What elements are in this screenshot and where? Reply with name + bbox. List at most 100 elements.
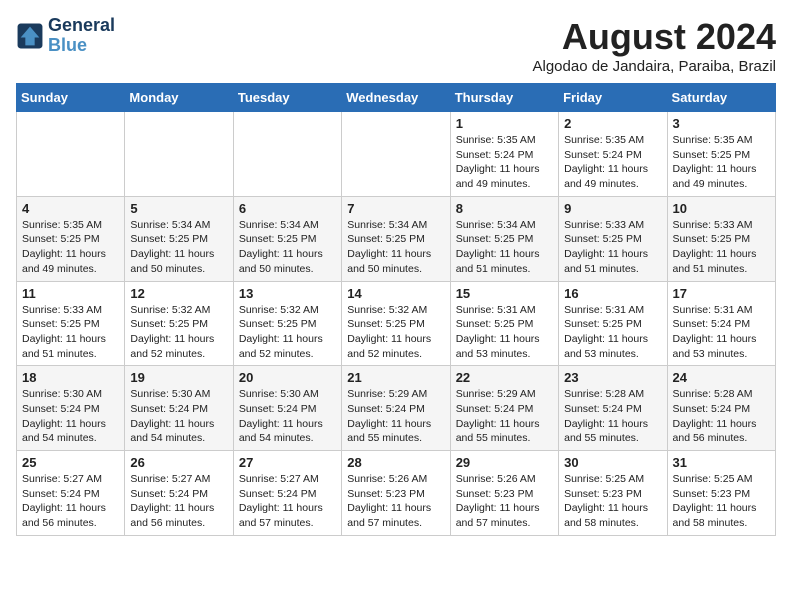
day-info: Sunrise: 5:30 AM Sunset: 5:24 PM Dayligh… (130, 387, 227, 446)
day-number: 22 (456, 370, 553, 385)
week-row-1: 1 Sunrise: 5:35 AM Sunset: 5:24 PM Daylig… (17, 112, 776, 197)
calendar-cell: 26 Sunrise: 5:27 AM Sunset: 5:24 PM Dayli… (125, 451, 233, 536)
calendar-cell: 27 Sunrise: 5:27 AM Sunset: 5:24 PM Dayli… (233, 451, 341, 536)
day-number: 14 (347, 286, 444, 301)
page-header: General Blue August 2024 Algodao de Jand… (16, 16, 776, 75)
day-number: 1 (456, 116, 553, 131)
calendar-cell: 23 Sunrise: 5:28 AM Sunset: 5:24 PM Dayli… (559, 366, 667, 451)
calendar-cell: 9 Sunrise: 5:33 AM Sunset: 5:25 PM Daylig… (559, 196, 667, 281)
day-number: 19 (130, 370, 227, 385)
day-info: Sunrise: 5:26 AM Sunset: 5:23 PM Dayligh… (347, 472, 444, 531)
weekday-header-sunday: Sunday (17, 84, 125, 112)
day-number: 3 (673, 116, 770, 131)
day-info: Sunrise: 5:27 AM Sunset: 5:24 PM Dayligh… (130, 472, 227, 531)
day-number: 9 (564, 201, 661, 216)
day-number: 11 (22, 286, 119, 301)
calendar-cell: 25 Sunrise: 5:27 AM Sunset: 5:24 PM Dayli… (17, 451, 125, 536)
day-info: Sunrise: 5:32 AM Sunset: 5:25 PM Dayligh… (347, 303, 444, 362)
calendar-cell: 22Sunrise: 5:29 AM Sunset: 5:24 PM Dayli… (450, 366, 558, 451)
calendar-cell: 10 Sunrise: 5:33 AM Sunset: 5:25 PM Dayli… (667, 196, 775, 281)
calendar-cell: 8Sunrise: 5:34 AM Sunset: 5:25 PM Daylig… (450, 196, 558, 281)
weekday-header-monday: Monday (125, 84, 233, 112)
day-number: 24 (673, 370, 770, 385)
day-number: 30 (564, 455, 661, 470)
calendar-table: SundayMondayTuesdayWednesdayThursdayFrid… (16, 83, 776, 536)
day-number: 7 (347, 201, 444, 216)
day-info: Sunrise: 5:27 AM Sunset: 5:24 PM Dayligh… (22, 472, 119, 531)
day-number: 25 (22, 455, 119, 470)
day-number: 29 (456, 455, 553, 470)
calendar-cell: 14 Sunrise: 5:32 AM Sunset: 5:25 PM Dayli… (342, 281, 450, 366)
day-info: Sunrise: 5:34 AM Sunset: 5:25 PM Dayligh… (130, 218, 227, 277)
calendar-cell: 1 Sunrise: 5:35 AM Sunset: 5:24 PM Daylig… (450, 112, 558, 197)
day-info: Sunrise: 5:33 AM Sunset: 5:25 PM Dayligh… (673, 218, 770, 277)
weekday-header-thursday: Thursday (450, 84, 558, 112)
calendar-cell: 17 Sunrise: 5:31 AM Sunset: 5:24 PM Dayli… (667, 281, 775, 366)
day-number: 26 (130, 455, 227, 470)
day-number: 15 (456, 286, 553, 301)
calendar-cell: 15 Sunrise: 5:31 AM Sunset: 5:25 PM Dayli… (450, 281, 558, 366)
weekday-header-saturday: Saturday (667, 84, 775, 112)
day-number: 27 (239, 455, 336, 470)
day-info: Sunrise: 5:35 AM Sunset: 5:25 PM Dayligh… (673, 133, 770, 192)
day-info: Sunrise: 5:33 AM Sunset: 5:25 PM Dayligh… (22, 303, 119, 362)
calendar-cell: 19 Sunrise: 5:30 AM Sunset: 5:24 PM Dayli… (125, 366, 233, 451)
day-info: Sunrise: 5:31 AM Sunset: 5:25 PM Dayligh… (456, 303, 553, 362)
day-info: Sunrise: 5:34 AM Sunset: 5:25 PM Dayligh… (239, 218, 336, 277)
day-info: Sunrise: 5:30 AM Sunset: 5:24 PM Dayligh… (22, 387, 119, 446)
day-number: 10 (673, 201, 770, 216)
calendar-cell: 6Sunrise: 5:34 AM Sunset: 5:25 PM Daylig… (233, 196, 341, 281)
day-number: 28 (347, 455, 444, 470)
day-info: Sunrise: 5:29 AM Sunset: 5:24 PM Dayligh… (347, 387, 444, 446)
day-info: Sunrise: 5:30 AM Sunset: 5:24 PM Dayligh… (239, 387, 336, 446)
location: Algodao de Jandaira, Paraiba, Brazil (533, 58, 777, 75)
weekday-header-tuesday: Tuesday (233, 84, 341, 112)
day-info: Sunrise: 5:31 AM Sunset: 5:25 PM Dayligh… (564, 303, 661, 362)
week-row-5: 25 Sunrise: 5:27 AM Sunset: 5:24 PM Dayli… (17, 451, 776, 536)
day-info: Sunrise: 5:35 AM Sunset: 5:24 PM Dayligh… (456, 133, 553, 192)
day-info: Sunrise: 5:31 AM Sunset: 5:24 PM Dayligh… (673, 303, 770, 362)
day-number: 23 (564, 370, 661, 385)
day-number: 8 (456, 201, 553, 216)
day-number: 17 (673, 286, 770, 301)
logo-icon (16, 22, 44, 50)
weekday-header-friday: Friday (559, 84, 667, 112)
week-row-4: 18 Sunrise: 5:30 AM Sunset: 5:24 PM Dayli… (17, 366, 776, 451)
weekday-header-wednesday: Wednesday (342, 84, 450, 112)
day-number: 2 (564, 116, 661, 131)
logo: General Blue (16, 16, 115, 56)
day-info: Sunrise: 5:27 AM Sunset: 5:24 PM Dayligh… (239, 472, 336, 531)
calendar-cell (125, 112, 233, 197)
day-info: Sunrise: 5:28 AM Sunset: 5:24 PM Dayligh… (564, 387, 661, 446)
day-number: 21 (347, 370, 444, 385)
calendar-cell: 18 Sunrise: 5:30 AM Sunset: 5:24 PM Dayli… (17, 366, 125, 451)
day-number: 20 (239, 370, 336, 385)
day-info: Sunrise: 5:26 AM Sunset: 5:23 PM Dayligh… (456, 472, 553, 531)
title-block: August 2024 Algodao de Jandaira, Paraiba… (533, 16, 777, 75)
weekday-header-row: SundayMondayTuesdayWednesdayThursdayFrid… (17, 84, 776, 112)
calendar-cell: 2Sunrise: 5:35 AM Sunset: 5:24 PM Daylig… (559, 112, 667, 197)
day-info: Sunrise: 5:33 AM Sunset: 5:25 PM Dayligh… (564, 218, 661, 277)
day-info: Sunrise: 5:25 AM Sunset: 5:23 PM Dayligh… (673, 472, 770, 531)
calendar-cell: 7 Sunrise: 5:34 AM Sunset: 5:25 PM Daylig… (342, 196, 450, 281)
day-info: Sunrise: 5:32 AM Sunset: 5:25 PM Dayligh… (130, 303, 227, 362)
calendar-cell: 29 Sunrise: 5:26 AM Sunset: 5:23 PM Dayli… (450, 451, 558, 536)
month-year: August 2024 (533, 16, 777, 58)
calendar-cell (342, 112, 450, 197)
calendar-cell: 16 Sunrise: 5:31 AM Sunset: 5:25 PM Dayli… (559, 281, 667, 366)
week-row-3: 11 Sunrise: 5:33 AM Sunset: 5:25 PM Dayli… (17, 281, 776, 366)
calendar-cell: 31 Sunrise: 5:25 AM Sunset: 5:23 PM Dayli… (667, 451, 775, 536)
calendar-cell: 30Sunrise: 5:25 AM Sunset: 5:23 PM Dayli… (559, 451, 667, 536)
calendar-cell: 11 Sunrise: 5:33 AM Sunset: 5:25 PM Dayli… (17, 281, 125, 366)
calendar-cell: 28 Sunrise: 5:26 AM Sunset: 5:23 PM Dayli… (342, 451, 450, 536)
calendar-cell: 13Sunrise: 5:32 AM Sunset: 5:25 PM Dayli… (233, 281, 341, 366)
day-number: 16 (564, 286, 661, 301)
day-number: 18 (22, 370, 119, 385)
day-info: Sunrise: 5:34 AM Sunset: 5:25 PM Dayligh… (347, 218, 444, 277)
day-info: Sunrise: 5:35 AM Sunset: 5:25 PM Dayligh… (22, 218, 119, 277)
day-info: Sunrise: 5:32 AM Sunset: 5:25 PM Dayligh… (239, 303, 336, 362)
calendar-cell: 4 Sunrise: 5:35 AM Sunset: 5:25 PM Daylig… (17, 196, 125, 281)
day-number: 4 (22, 201, 119, 216)
calendar-cell: 3 Sunrise: 5:35 AM Sunset: 5:25 PM Daylig… (667, 112, 775, 197)
day-number: 31 (673, 455, 770, 470)
